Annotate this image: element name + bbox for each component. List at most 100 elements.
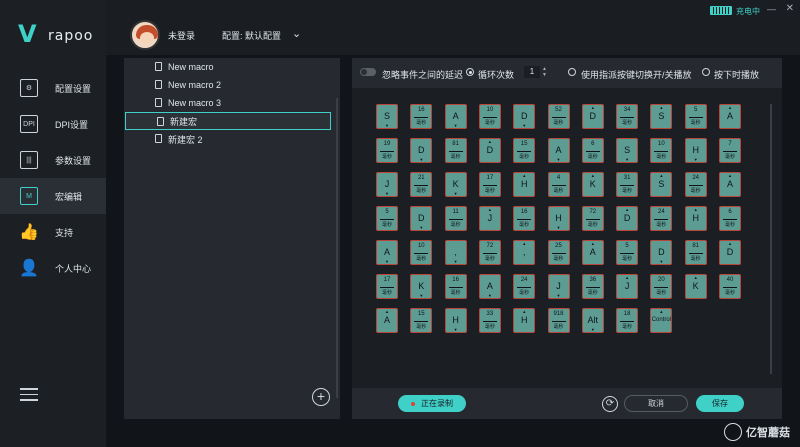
key-down-event[interactable]: ▼ H (684, 138, 707, 163)
delay-event[interactable]: 5 毫秒 (376, 206, 398, 231)
key-up-event[interactable]: ▲ A (719, 104, 741, 129)
avatar[interactable] (130, 20, 160, 50)
key-down-event[interactable]: ▼ K (410, 274, 433, 299)
key-up-event[interactable]: ▲ Control (650, 308, 673, 333)
key-up-event[interactable]: ▲ A (719, 172, 741, 197)
editor-scrollbar[interactable] (770, 104, 772, 374)
ignore-delay-toggle[interactable] (360, 68, 376, 76)
delay-event[interactable]: 7 毫秒 (719, 138, 741, 163)
key-down-event[interactable]: ▼, (444, 240, 467, 265)
delay-event[interactable]: 72 毫秒 (581, 206, 604, 231)
key-down-event[interactable]: ▼ S (616, 138, 639, 163)
reset-icon[interactable]: ⟳ (602, 396, 618, 412)
macro-list-item[interactable]: New macro 2 (124, 76, 332, 94)
delay-event[interactable]: 18 毫秒 (616, 308, 639, 333)
loop-count-input[interactable]: 1 (524, 66, 540, 78)
key-up-event[interactable]: ▲ D (478, 138, 501, 163)
add-macro-button[interactable]: + (312, 388, 330, 406)
key-down-event[interactable]: ▼ D (650, 240, 673, 265)
delay-event[interactable]: 33 毫秒 (478, 308, 501, 333)
config-selector[interactable]: 配置: 默认配置 (222, 29, 281, 42)
toggle-mode-radio[interactable] (568, 68, 576, 76)
delay-event[interactable]: 36 毫秒 (581, 274, 604, 299)
save-button[interactable]: 保存 (696, 395, 744, 412)
delay-event[interactable]: 6 毫秒 (581, 138, 604, 163)
menu-collapse-icon[interactable] (20, 388, 38, 404)
sidebar-item-5[interactable]: 👤 个人中心 (0, 250, 106, 286)
key-up-event[interactable]: ▲ H (513, 172, 536, 197)
delay-event[interactable]: 17 毫秒 (376, 274, 398, 299)
sidebar-item-2[interactable]: ||| 参数设置 (0, 142, 106, 178)
key-up-event[interactable]: ▲, (513, 240, 536, 265)
close-button[interactable]: ✕ (786, 3, 794, 14)
key-down-event[interactable]: ▼ D (410, 138, 433, 163)
record-button[interactable]: 正在录制 (398, 395, 466, 412)
loop-count-radio[interactable] (466, 68, 474, 76)
key-down-event[interactable]: ▼ Alt (581, 308, 604, 333)
delay-event[interactable]: 10 毫秒 (478, 104, 501, 129)
key-up-event[interactable]: ▲ A (376, 308, 398, 333)
delay-event[interactable]: 25 毫秒 (547, 240, 570, 265)
delay-event[interactable]: 15 毫秒 (513, 138, 536, 163)
delay-event[interactable]: 10 毫秒 (410, 240, 433, 265)
key-up-event[interactable]: ▲ H (684, 206, 707, 231)
delay-event[interactable]: 16 毫秒 (444, 274, 467, 299)
hold-mode-radio[interactable] (702, 68, 710, 76)
delay-event[interactable]: 81 毫秒 (684, 240, 707, 265)
delay-event[interactable]: 16 毫秒 (410, 104, 433, 129)
delay-event[interactable]: 81 毫秒 (444, 138, 467, 163)
key-down-event[interactable]: ▼ H (444, 308, 467, 333)
key-up-event[interactable]: ▲ J (616, 274, 639, 299)
macro-list-item[interactable]: 新建宏 (125, 112, 331, 130)
key-down-event[interactable]: ▼ J (376, 172, 398, 197)
key-down-event[interactable]: ▼ A (547, 138, 570, 163)
key-down-event[interactable]: ▼ A (444, 104, 467, 129)
key-up-event[interactable]: ▲ D (616, 206, 639, 231)
delay-event[interactable]: 5 毫秒 (616, 240, 639, 265)
delay-event[interactable]: 40 毫秒 (719, 274, 741, 299)
key-up-event[interactable]: ▲ H (513, 308, 536, 333)
delay-event[interactable]: 52 毫秒 (547, 104, 570, 129)
delay-event[interactable]: 21 毫秒 (410, 172, 433, 197)
delay-event[interactable]: 24 毫秒 (513, 274, 536, 299)
delay-event[interactable]: 24 毫秒 (650, 206, 673, 231)
sidebar-item-1[interactable]: DPI DPI设置 (0, 106, 106, 142)
delay-event[interactable]: 11 毫秒 (444, 206, 467, 231)
minimize-button[interactable]: — (767, 4, 776, 14)
key-down-event[interactable]: ▼ J (547, 274, 570, 299)
delay-event[interactable]: 16 毫秒 (513, 206, 536, 231)
delay-event[interactable]: 24 毫秒 (684, 172, 707, 197)
key-down-event[interactable]: ▼ A (478, 274, 501, 299)
key-down-event[interactable]: ▼ D (410, 206, 433, 231)
key-down-event[interactable]: ▼ H (547, 206, 570, 231)
delay-event[interactable]: 19 毫秒 (376, 138, 398, 163)
key-up-event[interactable]: ▲ S (650, 104, 673, 129)
sidebar-item-0[interactable]: ⚙ 配置设置 (0, 70, 106, 106)
delay-event[interactable]: 5 毫秒 (684, 104, 707, 129)
key-down-event[interactable]: ▼ K (444, 172, 467, 197)
macro-list-scrollbar[interactable] (336, 98, 338, 398)
delay-event[interactable]: 34 毫秒 (616, 104, 639, 129)
macro-list-item[interactable]: New macro (124, 58, 332, 76)
sidebar-item-3[interactable]: M 宏编辑 (0, 178, 106, 214)
sidebar-item-4[interactable]: 👍 支持 (0, 214, 106, 250)
delay-event[interactable]: 6 毫秒 (719, 206, 741, 231)
delay-event[interactable]: 20 毫秒 (650, 274, 673, 299)
macro-list-item[interactable]: New macro 3 (124, 94, 332, 112)
loop-count-stepper[interactable]: ▲ ▼ (542, 66, 549, 78)
delay-event[interactable]: 4 毫秒 (547, 172, 570, 197)
key-up-event[interactable]: ▲ D (581, 104, 604, 129)
key-down-event[interactable]: ▼ D (513, 104, 536, 129)
delay-event[interactable]: 10 毫秒 (650, 138, 673, 163)
delay-event[interactable]: 918 毫秒 (547, 308, 570, 333)
key-down-event[interactable]: ▼ S (376, 104, 398, 129)
delay-event[interactable]: 15 毫秒 (410, 308, 433, 333)
key-up-event[interactable]: ▲ K (684, 274, 707, 299)
key-up-event[interactable]: ▲ D (719, 240, 741, 265)
delay-event[interactable]: 31 毫秒 (616, 172, 639, 197)
key-up-event[interactable]: ▲ S (650, 172, 673, 197)
key-up-event[interactable]: ▲ K (581, 172, 604, 197)
delay-event[interactable]: 17 毫秒 (478, 172, 501, 197)
cancel-button[interactable]: 取消 (624, 395, 688, 412)
key-up-event[interactable]: ▲ J (478, 206, 501, 231)
